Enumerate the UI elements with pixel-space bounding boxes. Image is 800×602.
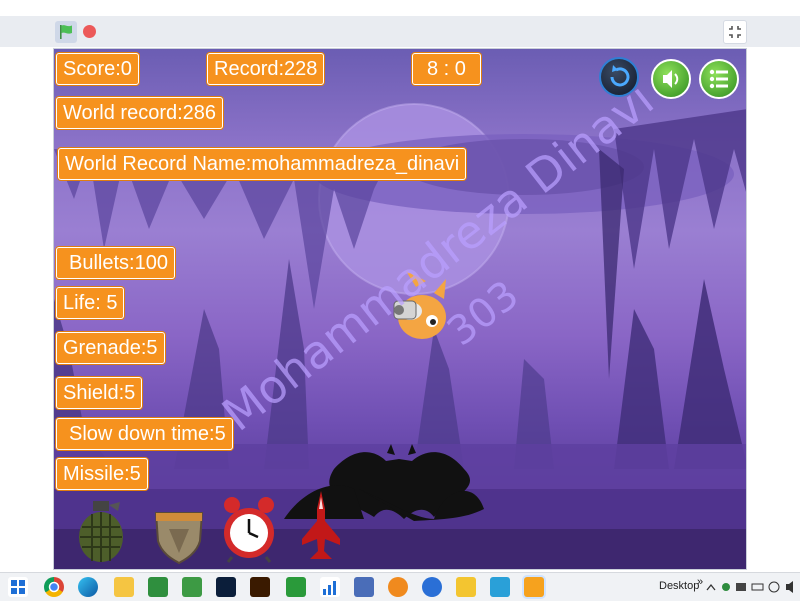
shield-icon[interactable] <box>152 507 206 565</box>
illustrator-icon[interactable] <box>250 577 270 597</box>
alarm-clock-icon[interactable] <box>220 495 278 563</box>
camtasia-icon[interactable] <box>286 577 306 597</box>
edge-icon[interactable] <box>78 577 98 597</box>
player-toolbar <box>0 16 800 47</box>
app-icon-6[interactable] <box>456 577 476 597</box>
stop-button[interactable] <box>83 25 96 38</box>
app-icon-2[interactable] <box>182 577 202 597</box>
menu-button[interactable] <box>699 59 739 99</box>
shield-label: Shield:5 <box>56 377 143 409</box>
photoshop-icon[interactable] <box>216 577 236 597</box>
sound-button[interactable] <box>651 59 691 99</box>
timer-label: 8 : 0 <box>412 53 481 85</box>
stats-icon[interactable] <box>320 577 340 597</box>
app-icon-7[interactable] <box>490 577 510 597</box>
chrome-icon[interactable] <box>44 577 64 597</box>
menu-icon <box>709 69 728 89</box>
desktop-chevron[interactable]: » <box>697 576 703 588</box>
score-label: Score:0 <box>56 53 139 85</box>
world-record-label: World record:286 <box>56 97 224 129</box>
life-label: Life: 5 <box>56 287 125 319</box>
green-flag-button[interactable] <box>55 21 77 43</box>
restart-icon <box>610 65 630 87</box>
bullets-label: Bullets:100 <box>56 247 175 279</box>
missile-label: Missile:5 <box>56 458 148 490</box>
app-icon-3[interactable] <box>354 577 374 597</box>
record-label: Record:228 <box>207 53 325 85</box>
restart-button[interactable] <box>599 57 639 97</box>
app-icon-4[interactable] <box>388 577 408 597</box>
green-flag-icon <box>60 25 72 39</box>
file-explorer-icon[interactable] <box>114 577 134 597</box>
jet-icon[interactable] <box>300 489 342 563</box>
world-record-name-label: World Record Name:mohammadreza_dinavi <box>58 148 467 180</box>
fullscreen-icon <box>729 26 741 38</box>
grenade-icon[interactable] <box>74 499 129 565</box>
app-icon-5[interactable] <box>422 577 442 597</box>
sound-icon <box>663 70 679 88</box>
app-icon-8[interactable] <box>524 577 544 597</box>
app-icon-1[interactable] <box>148 577 168 597</box>
os-taskbar: Desktop » <box>0 572 800 601</box>
start-icon[interactable] <box>8 577 28 597</box>
fullscreen-button[interactable] <box>723 20 747 44</box>
desktop-label[interactable]: Desktop <box>659 580 699 592</box>
grenade-label: Grenade:5 <box>56 332 165 364</box>
slow-down-label: Slow down time:5 <box>56 418 233 450</box>
system-tray-icons[interactable] <box>706 580 796 594</box>
game-stage[interactable]: Mohammadreza Dinavi 303 Score:0 Record:2… <box>53 48 747 570</box>
